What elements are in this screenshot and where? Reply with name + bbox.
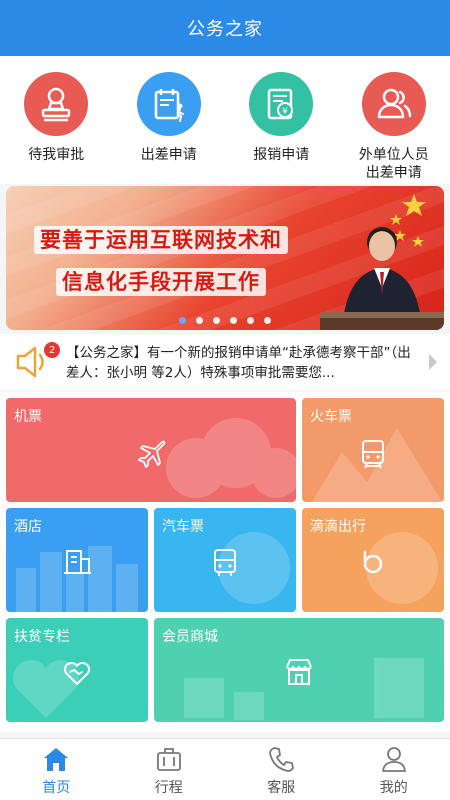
tile-hotel[interactable]: 酒店 (6, 508, 148, 612)
cloud-decoration-icon (166, 418, 296, 498)
reimbursement-document-icon: ¥ (249, 72, 314, 136)
tab-label: 客服 (267, 780, 296, 796)
suitcase-icon (156, 748, 181, 771)
quick-action-label: 报销申请 (253, 147, 310, 163)
notification-badge: 2 (44, 342, 60, 358)
app-header: 公务之家 (0, 0, 450, 56)
building-icon (64, 550, 91, 574)
tile-label: 酒店 (14, 519, 42, 535)
banner-dot[interactable] (196, 317, 203, 324)
handshake-heart-icon (63, 661, 91, 685)
store-icon (286, 659, 312, 685)
tile-flight[interactable]: 机票 (6, 398, 296, 502)
tile-label: 会员商城 (162, 629, 218, 645)
banner-dot[interactable] (264, 317, 271, 324)
tile-train[interactable]: 火车票 (302, 398, 444, 502)
quick-action-pending-approval[interactable]: 待我审批 (0, 56, 113, 184)
banner-headline-1: 要善于运用互联网技术和 (34, 224, 288, 254)
train-icon (362, 440, 384, 469)
quick-action-label-line2: 出差申请 (365, 165, 422, 181)
notification-bar[interactable]: 2 【公务之家】有一个新的报销申请单“赴承德考察干部”（出差人：张小明 等2人）… (0, 334, 450, 390)
tab-home[interactable]: 首页 (0, 739, 113, 800)
quick-action-label-multiline: 外单位人员 出差申请 (359, 146, 429, 182)
banner-headline-2: 信息化手段开展工作 (56, 266, 266, 296)
banner-dot[interactable] (213, 317, 220, 324)
quick-action-reimbursement[interactable]: ¥ 报销申请 (225, 56, 338, 184)
page-title: 公务之家 (187, 19, 263, 40)
speaker-portrait-image (320, 227, 444, 330)
quick-action-label: 出差申请 (140, 147, 197, 163)
bus-icon (214, 549, 236, 576)
home-icon (44, 748, 69, 771)
tab-customer-service[interactable]: 客服 (225, 739, 338, 800)
bottom-tab-bar: 首页 行程 客服 我的 (0, 738, 450, 800)
tab-itinerary[interactable]: 行程 (113, 739, 226, 800)
chevron-right-icon[interactable] (428, 352, 438, 372)
quick-actions: 待我审批 出差申请 ¥ 报销申请 外单位人员 出差申请 (0, 56, 450, 184)
banner-dot[interactable] (247, 317, 254, 324)
banner-dot[interactable] (179, 317, 186, 324)
quick-action-label-line1: 外单位人员 (358, 147, 429, 163)
airplane-icon (138, 440, 166, 468)
notification-text: 【公务之家】有一个新的报销申请单“赴承德考察干部”（出差人：张小明 等2人）特殊… (66, 345, 411, 381)
tab-label: 我的 (379, 780, 408, 796)
tile-poverty-relief[interactable]: 扶贫专栏 (6, 618, 148, 722)
quick-action-travel-request[interactable]: 出差申请 (113, 56, 226, 184)
tile-bus[interactable]: 汽车票 (154, 508, 296, 612)
banner-dot[interactable] (230, 317, 237, 324)
banner-headline-1-text: 要善于运用互联网技术和 (34, 226, 288, 254)
tile-label: 火车票 (310, 409, 352, 425)
promo-banner[interactable]: 要善于运用互联网技术和 信息化手段开展工作 (6, 186, 444, 330)
tab-profile[interactable]: 我的 (338, 739, 450, 800)
phone-icon (269, 747, 295, 772)
travel-calendar-icon (136, 72, 201, 136)
svg-text:¥: ¥ (282, 107, 288, 117)
didi-icon (363, 550, 383, 574)
user-icon (381, 747, 406, 772)
banner-headline-2-text: 信息化手段开展工作 (56, 268, 266, 296)
tile-label: 扶贫专栏 (14, 629, 70, 645)
tile-member-mall[interactable]: 会员商城 (154, 618, 444, 722)
app-root: 公务之家 待我审批 出差申请 ¥ 报销申请 外单位人员 出差申请 要善于运用互联… (0, 0, 450, 800)
tab-label: 行程 (154, 780, 183, 796)
tile-label: 滴滴出行 (310, 519, 366, 535)
tile-label: 汽车票 (162, 519, 204, 535)
tile-label: 机票 (14, 409, 42, 425)
quick-action-label: 待我审批 (28, 147, 85, 163)
tile-didi[interactable]: 滴滴出行 (302, 508, 444, 612)
stamp-icon (24, 72, 89, 136)
quick-action-external-travel[interactable]: 外单位人员 出差申请 (338, 56, 450, 184)
service-tiles: 机票 火车票 酒店 汽车票 滴滴出行 扶贫专栏 会员商城 (0, 392, 450, 732)
people-icon (361, 72, 426, 136)
tab-label: 首页 (42, 780, 71, 796)
banner-pagination (6, 317, 444, 324)
